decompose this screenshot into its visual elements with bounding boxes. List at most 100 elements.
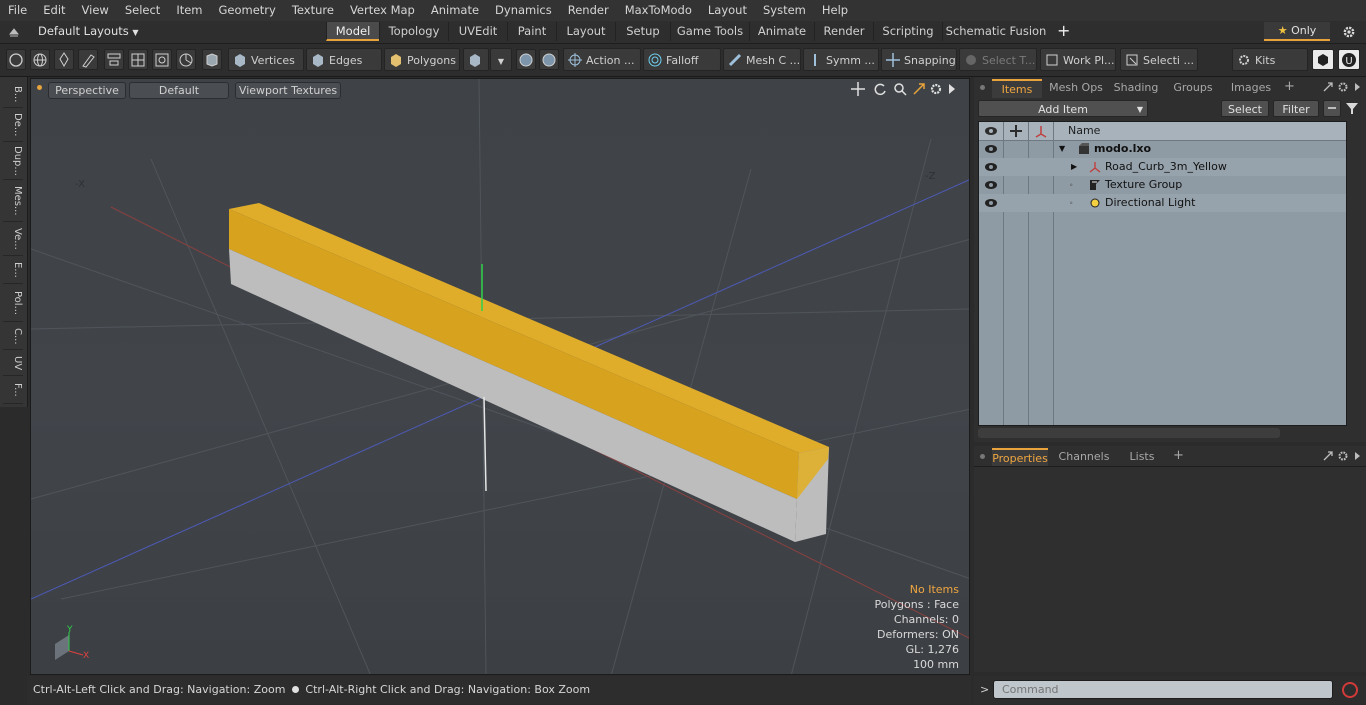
select-through-button[interactable]: Select T...	[959, 48, 1037, 71]
eye-icon[interactable]	[983, 197, 999, 209]
work-plane-button[interactable]: Work Pl...	[1040, 48, 1116, 71]
tab-model[interactable]: Model	[326, 22, 379, 41]
funnel-icon[interactable]	[1345, 102, 1359, 115]
left-tab-polygon[interactable]: Pol...	[3, 285, 23, 322]
3d-viewport[interactable]: -X -Z Y X Perspective Default Viewport T…	[30, 78, 970, 675]
add-tab-button[interactable]: +	[1057, 21, 1070, 41]
left-tab-vertex[interactable]: Ve...	[3, 223, 23, 256]
kits-button[interactable]: Kits	[1232, 48, 1308, 71]
left-tab-fusion[interactable]: F...	[3, 377, 23, 404]
tab-setup[interactable]: Setup	[615, 22, 670, 41]
panel-maximize-icon[interactable]	[1322, 450, 1334, 462]
tab-game-tools[interactable]: Game Tools	[670, 22, 749, 41]
add-item-button[interactable]: Add Item ▼	[978, 100, 1148, 117]
panel-expand-arrow-icon[interactable]	[1354, 451, 1361, 461]
viewport-scene[interactable]: -X -Z Y X	[31, 79, 970, 675]
pan-icon[interactable]	[851, 82, 865, 96]
menu-vertex-map[interactable]: Vertex Map	[342, 0, 423, 21]
road-curb-mesh[interactable]	[229, 203, 829, 542]
globe-icon[interactable]	[30, 49, 50, 70]
maximize-icon[interactable]	[912, 82, 926, 96]
tab-images[interactable]: Images	[1224, 79, 1278, 96]
only-toggle[interactable]: ★ Only	[1264, 22, 1330, 41]
viewport-textures-dropdown[interactable]: Viewport Textures	[235, 82, 341, 99]
selection-sets-button[interactable]: Selecti ...	[1120, 48, 1198, 71]
unreal-logo-icon[interactable]: U	[1338, 49, 1360, 70]
material-mode-button[interactable]	[463, 48, 489, 71]
tree-horizontal-scrollbar[interactable]	[978, 428, 1280, 438]
panel-settings-icon[interactable]	[1337, 81, 1349, 93]
item-mode-icon[interactable]	[202, 49, 222, 70]
gear-icon[interactable]	[1342, 25, 1356, 39]
layout-selector[interactable]: Default Layouts ▼	[38, 24, 139, 38]
name-column-header[interactable]: Name	[1068, 122, 1100, 140]
menu-maxtomodo[interactable]: MaxToModo	[617, 0, 700, 21]
left-tab-deform[interactable]: De...	[3, 109, 23, 142]
pen-icon[interactable]	[54, 49, 74, 70]
layout-collapse-icon[interactable]	[9, 27, 19, 37]
eye-icon[interactable]	[983, 143, 999, 155]
tree-row-directional-light[interactable]: ∘ Directional Light	[979, 194, 1346, 212]
viewport-settings-icon[interactable]	[929, 82, 943, 96]
eye-icon[interactable]	[983, 161, 999, 173]
add-panel-tab-button[interactable]: +	[1173, 448, 1184, 463]
expand-arrow-icon[interactable]: ▶	[1071, 158, 1077, 176]
eye-icon[interactable]	[983, 179, 999, 191]
tab-animate[interactable]: Animate	[749, 22, 814, 41]
menu-select[interactable]: Select	[117, 0, 168, 21]
snapping-button[interactable]: Snapping	[881, 48, 957, 71]
panel-settings-icon[interactable]	[1337, 450, 1349, 462]
select-circle-tool[interactable]	[6, 49, 26, 70]
left-tab-curve[interactable]: C...	[3, 323, 23, 350]
view-type-dropdown[interactable]: Perspective	[48, 82, 126, 99]
left-tab-duplicate[interactable]: Dup...	[3, 143, 23, 180]
action-center-button[interactable]: Action ...	[563, 48, 641, 71]
menu-dynamics[interactable]: Dynamics	[487, 0, 560, 21]
viewport-menu-dot[interactable]	[37, 85, 42, 90]
edges-mode-button[interactable]: Edges	[306, 48, 382, 71]
menu-view[interactable]: View	[74, 0, 117, 21]
left-tab-basic[interactable]: B...	[3, 81, 23, 108]
collapse-all-button[interactable]	[1323, 100, 1341, 117]
left-tab-mesh-edit[interactable]: Mes...	[3, 181, 23, 222]
record-icon[interactable]	[1340, 680, 1360, 700]
tab-paint[interactable]: Paint	[507, 22, 556, 41]
mesh-constraint-button[interactable]: Mesh C ...	[723, 48, 801, 71]
align-icon[interactable]	[104, 49, 124, 70]
select-button[interactable]: Select	[1221, 100, 1269, 117]
zoom-icon[interactable]	[893, 82, 907, 96]
polygons-mode-button[interactable]: Polygons	[384, 48, 460, 71]
viewport-expand-arrow-icon[interactable]	[948, 83, 956, 95]
add-panel-tab-button[interactable]: +	[1284, 79, 1295, 94]
brush-icon[interactable]	[78, 49, 98, 70]
rotate-icon[interactable]	[873, 82, 887, 96]
tab-items[interactable]: Items	[992, 79, 1042, 98]
falloff-button[interactable]: Falloff	[643, 48, 721, 71]
menu-layout[interactable]: Layout	[700, 0, 755, 21]
expand-arrow-icon[interactable]: ▼	[1059, 140, 1065, 158]
symmetry-z-icon[interactable]	[539, 49, 559, 70]
menu-item[interactable]: Item	[168, 0, 210, 21]
tab-properties[interactable]: Properties	[992, 448, 1048, 467]
tab-lists[interactable]: Lists	[1120, 448, 1164, 465]
tab-topology[interactable]: Topology	[379, 22, 448, 41]
panel-maximize-icon[interactable]	[1322, 81, 1334, 93]
menu-geometry[interactable]: Geometry	[211, 0, 284, 21]
shading-dropdown[interactable]: Default	[129, 82, 229, 99]
tab-uvedit[interactable]: UVEdit	[448, 22, 507, 41]
modo-logo-icon[interactable]	[1312, 49, 1334, 70]
symmetry-x-icon[interactable]	[516, 49, 536, 70]
tree-row-modo-lxo[interactable]: ▼ modo.lxo	[979, 140, 1346, 158]
pie-icon[interactable]	[176, 49, 196, 70]
tab-mesh-ops[interactable]: Mesh Ops	[1046, 79, 1106, 96]
panel-expand-arrow-icon[interactable]	[1354, 82, 1361, 92]
left-tab-edge[interactable]: E...	[3, 257, 23, 284]
tree-row-road-curb[interactable]: ▶ Road_Curb_3m_Yellow	[979, 158, 1346, 176]
filter-button[interactable]: Filter	[1273, 100, 1319, 117]
left-tab-uv[interactable]: UV	[3, 351, 23, 376]
menu-animate[interactable]: Animate	[423, 0, 487, 21]
menu-help[interactable]: Help	[814, 0, 856, 21]
mode-dropdown[interactable]: ▼	[490, 48, 512, 71]
tab-schematic-fusion[interactable]: Schematic Fusion	[942, 22, 1049, 41]
panel-menu-dot[interactable]	[980, 454, 985, 459]
